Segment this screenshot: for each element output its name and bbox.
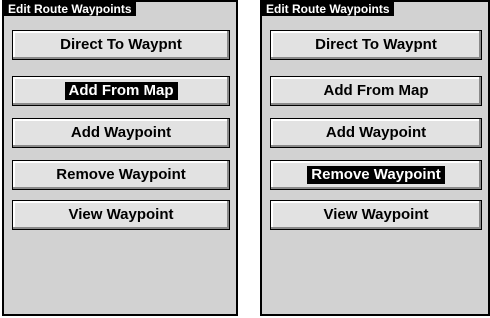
edit-route-waypoints-menu-right: Edit Route Waypoints Direct To Waypnt Ad…: [260, 0, 490, 316]
view-waypoint-button[interactable]: View Waypoint: [12, 200, 230, 230]
button-label: Direct To Waypnt: [315, 36, 437, 53]
remove-waypoint-button[interactable]: Remove Waypoint: [12, 160, 230, 190]
menu-title: Edit Route Waypoints: [4, 2, 136, 16]
button-label: Add Waypoint: [70, 124, 172, 141]
direct-to-waypnt-button[interactable]: Direct To Waypnt: [270, 30, 482, 60]
add-waypoint-button[interactable]: Add Waypoint: [270, 118, 482, 148]
button-label: Direct To Waypnt: [60, 36, 182, 53]
button-label: View Waypoint: [323, 206, 429, 223]
menu-title: Edit Route Waypoints: [262, 2, 394, 16]
button-label: Remove Waypoint: [307, 166, 445, 184]
edit-route-waypoints-menu-left: Edit Route Waypoints Direct To Waypnt Ad…: [2, 0, 238, 316]
button-label: Add From Map: [64, 82, 178, 100]
add-from-map-button[interactable]: Add From Map: [270, 76, 482, 106]
button-label: View Waypoint: [68, 206, 174, 223]
button-label: Add From Map: [323, 82, 429, 99]
add-from-map-button[interactable]: Add From Map: [12, 76, 230, 106]
button-label: Add Waypoint: [325, 124, 427, 141]
direct-to-waypnt-button[interactable]: Direct To Waypnt: [12, 30, 230, 60]
add-waypoint-button[interactable]: Add Waypoint: [12, 118, 230, 148]
remove-waypoint-button[interactable]: Remove Waypoint: [270, 160, 482, 190]
view-waypoint-button[interactable]: View Waypoint: [270, 200, 482, 230]
button-label: Remove Waypoint: [56, 166, 186, 183]
